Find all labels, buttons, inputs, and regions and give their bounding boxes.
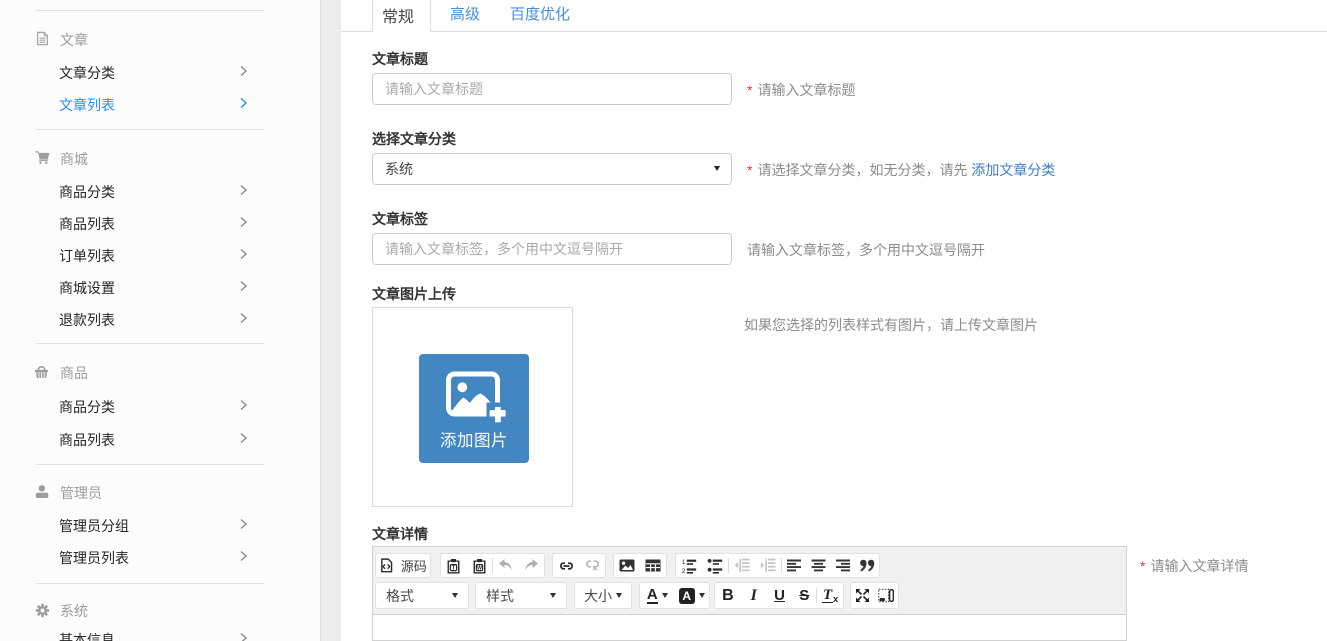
svg-text:2: 2: [682, 567, 686, 573]
svg-text:1: 1: [682, 559, 686, 566]
svg-text:W: W: [477, 565, 482, 571]
svg-text:T: T: [452, 565, 456, 571]
